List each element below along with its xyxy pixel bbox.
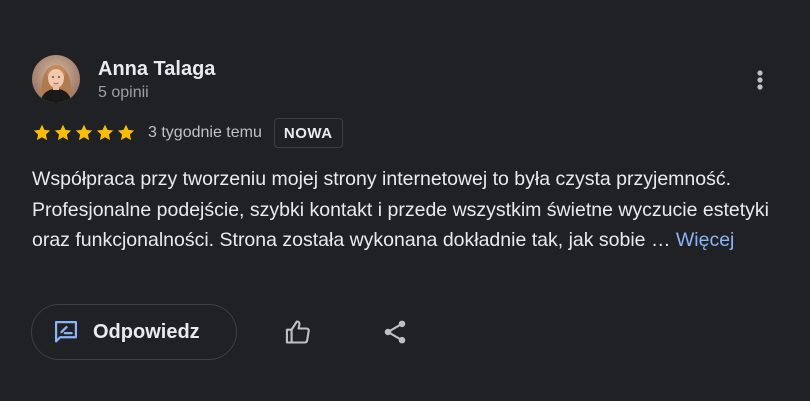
thumb-up-icon bbox=[285, 320, 310, 344]
reply-label: Odpowiedz bbox=[93, 320, 200, 343]
more-options-button[interactable] bbox=[744, 62, 776, 98]
avatar-photo-icon bbox=[32, 55, 80, 103]
author-name[interactable]: Anna Talaga bbox=[98, 57, 215, 81]
avatar[interactable] bbox=[32, 55, 80, 103]
author-review-count: 5 opinii bbox=[98, 84, 149, 101]
star-icon bbox=[33, 124, 51, 141]
reply-button[interactable]: Odpowiedz bbox=[31, 304, 237, 360]
review-date: 3 tygodnie temu bbox=[148, 124, 262, 141]
share-button[interactable] bbox=[375, 312, 415, 352]
star-rating bbox=[32, 123, 136, 143]
more-vert-icon bbox=[757, 70, 763, 90]
like-button[interactable] bbox=[278, 312, 318, 352]
star-icon bbox=[96, 124, 114, 141]
review-meta: 3 tygodnie temu NOWA bbox=[32, 118, 343, 148]
more-link[interactable]: Więcej bbox=[676, 229, 735, 251]
review-body: Współpraca przy tworzeniu mojej strony i… bbox=[32, 168, 769, 251]
star-icon bbox=[117, 124, 135, 141]
rate-review-icon bbox=[54, 320, 78, 343]
review-text: Współpraca przy tworzeniu mojej strony i… bbox=[32, 164, 772, 256]
new-badge: NOWA bbox=[273, 118, 343, 148]
share-icon bbox=[384, 320, 406, 344]
star-icon bbox=[54, 124, 72, 141]
star-icon bbox=[75, 124, 93, 141]
